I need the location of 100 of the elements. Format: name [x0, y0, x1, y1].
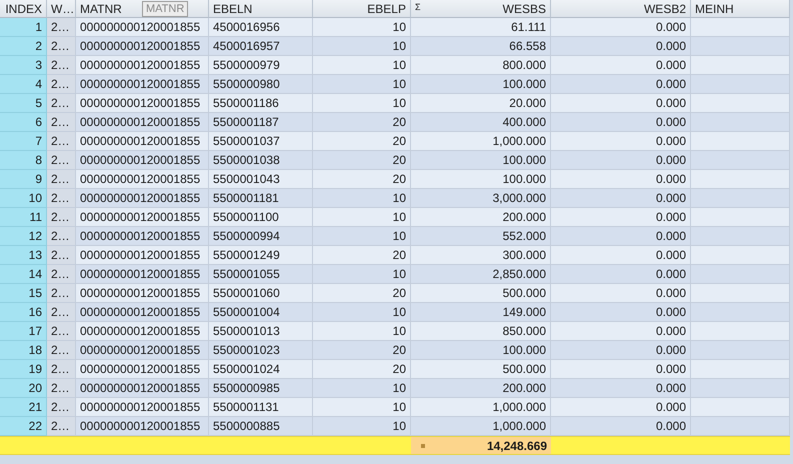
- table-cell: 2…: [47, 189, 76, 208]
- table-cell: 5500000980: [209, 75, 313, 94]
- table-cell: 66.558: [411, 37, 551, 56]
- table-cell: 0.000: [551, 417, 691, 436]
- table-cell: 5500001060: [209, 284, 313, 303]
- column-header[interactable]: EBELP: [313, 0, 411, 18]
- table-cell: 10: [313, 208, 411, 227]
- table-cell: 200.000: [411, 208, 551, 227]
- table-cell: 2…: [47, 246, 76, 265]
- table-cell: 0.000: [551, 246, 691, 265]
- column-header-label: INDEX: [5, 2, 42, 16]
- table-cell: 5500001055: [209, 265, 313, 284]
- table-cell: 20: [313, 170, 411, 189]
- table-cell: 1,000.000: [411, 132, 551, 151]
- subtotal-icon: [421, 444, 425, 448]
- column-header[interactable]: EBELN: [209, 0, 313, 18]
- table-cell: 2…: [47, 322, 76, 341]
- table-cell: 000000000120001855: [76, 18, 209, 37]
- table-cell: 300.000: [411, 246, 551, 265]
- table-cell: 0.000: [551, 132, 691, 151]
- table-cell: 1: [0, 18, 47, 37]
- table-cell: 0.000: [551, 170, 691, 189]
- table-cell: 2…: [47, 18, 76, 37]
- table-cell: 0.000: [551, 303, 691, 322]
- table-cell: 2…: [47, 360, 76, 379]
- table-cell: 5500000994: [209, 227, 313, 246]
- table-cell: 10: [313, 265, 411, 284]
- table-cell: 13: [0, 246, 47, 265]
- table-cell: 20: [313, 360, 411, 379]
- table-cell: 2…: [47, 113, 76, 132]
- table-cell: 2…: [47, 208, 76, 227]
- table-cell: 9: [0, 170, 47, 189]
- table-cell: 5500000885: [209, 417, 313, 436]
- table-cell: 8: [0, 151, 47, 170]
- table-cell: 0.000: [551, 341, 691, 360]
- table-cell: 000000000120001855: [76, 379, 209, 398]
- table-cell: 10: [313, 56, 411, 75]
- table-cell: 2…: [47, 75, 76, 94]
- table-cell: 2…: [47, 170, 76, 189]
- table-cell: 5500001181: [209, 189, 313, 208]
- table-cell: 20: [313, 246, 411, 265]
- table-cell: 2…: [47, 37, 76, 56]
- table-cell: 1,000.000: [411, 398, 551, 417]
- column-header[interactable]: INDEX: [0, 0, 47, 18]
- table-cell: 000000000120001855: [76, 75, 209, 94]
- table-cell: 000000000120001855: [76, 284, 209, 303]
- table-cell: 10: [313, 94, 411, 113]
- table-cell: 20.000: [411, 94, 551, 113]
- table-cell: 2…: [47, 227, 76, 246]
- table-cell: 000000000120001855: [76, 189, 209, 208]
- table-cell: 0.000: [551, 265, 691, 284]
- column-header[interactable]: MEINH: [691, 0, 790, 18]
- table-cell: 10: [313, 379, 411, 398]
- table-cell: 000000000120001855: [76, 170, 209, 189]
- table-cell: 20: [313, 113, 411, 132]
- table-cell: 000000000120001855: [76, 265, 209, 284]
- table-cell: 0.000: [551, 113, 691, 132]
- table-cell: 0.000: [551, 56, 691, 75]
- table-cell: 0.000: [551, 189, 691, 208]
- table-cell: 10: [313, 18, 411, 37]
- table-cell: 3,000.000: [411, 189, 551, 208]
- table-cell: 2…: [47, 284, 76, 303]
- column-header[interactable]: W…: [47, 0, 76, 18]
- table-cell: 10: [313, 398, 411, 417]
- table-cell: 12: [0, 227, 47, 246]
- table-cell: 14: [0, 265, 47, 284]
- column-header-label: W…: [51, 2, 74, 16]
- column-header[interactable]: WESB2: [551, 0, 691, 18]
- table-cell: 10: [313, 189, 411, 208]
- table-cell: 20: [313, 341, 411, 360]
- table-cell: 0.000: [551, 75, 691, 94]
- table-cell: 0.000: [551, 227, 691, 246]
- table-cell: 552.000: [411, 227, 551, 246]
- table-cell: 5500001024: [209, 360, 313, 379]
- table-cell: 5500001186: [209, 94, 313, 113]
- table-cell: 2…: [47, 56, 76, 75]
- table-cell: 850.000: [411, 322, 551, 341]
- column-header[interactable]: MATNR MATNR: [76, 0, 209, 18]
- table-cell: 2…: [47, 417, 76, 436]
- table-cell: 2…: [47, 398, 76, 417]
- table-cell: 000000000120001855: [76, 37, 209, 56]
- column-header[interactable]: Σ WESBS: [411, 0, 551, 18]
- table-cell: 5500001043: [209, 170, 313, 189]
- table-cell: 000000000120001855: [76, 341, 209, 360]
- column-header-label: WESBS: [502, 2, 546, 16]
- table-cell: 0.000: [551, 208, 691, 227]
- column-header-label: EBELP: [367, 2, 406, 16]
- table-cell: 000000000120001855: [76, 208, 209, 227]
- table-cell: 0.000: [551, 151, 691, 170]
- table-cell: 100.000: [411, 341, 551, 360]
- table-cell: 2…: [47, 132, 76, 151]
- table-cell: 20: [313, 132, 411, 151]
- table-cell: 20: [313, 284, 411, 303]
- table-cell: 4500016956: [209, 18, 313, 37]
- table-cell: 10: [313, 303, 411, 322]
- table-cell: 100.000: [411, 75, 551, 94]
- table-cell: 000000000120001855: [76, 360, 209, 379]
- table-cell: 4500016957: [209, 37, 313, 56]
- table-cell: 3: [0, 56, 47, 75]
- table-cell: 0.000: [551, 379, 691, 398]
